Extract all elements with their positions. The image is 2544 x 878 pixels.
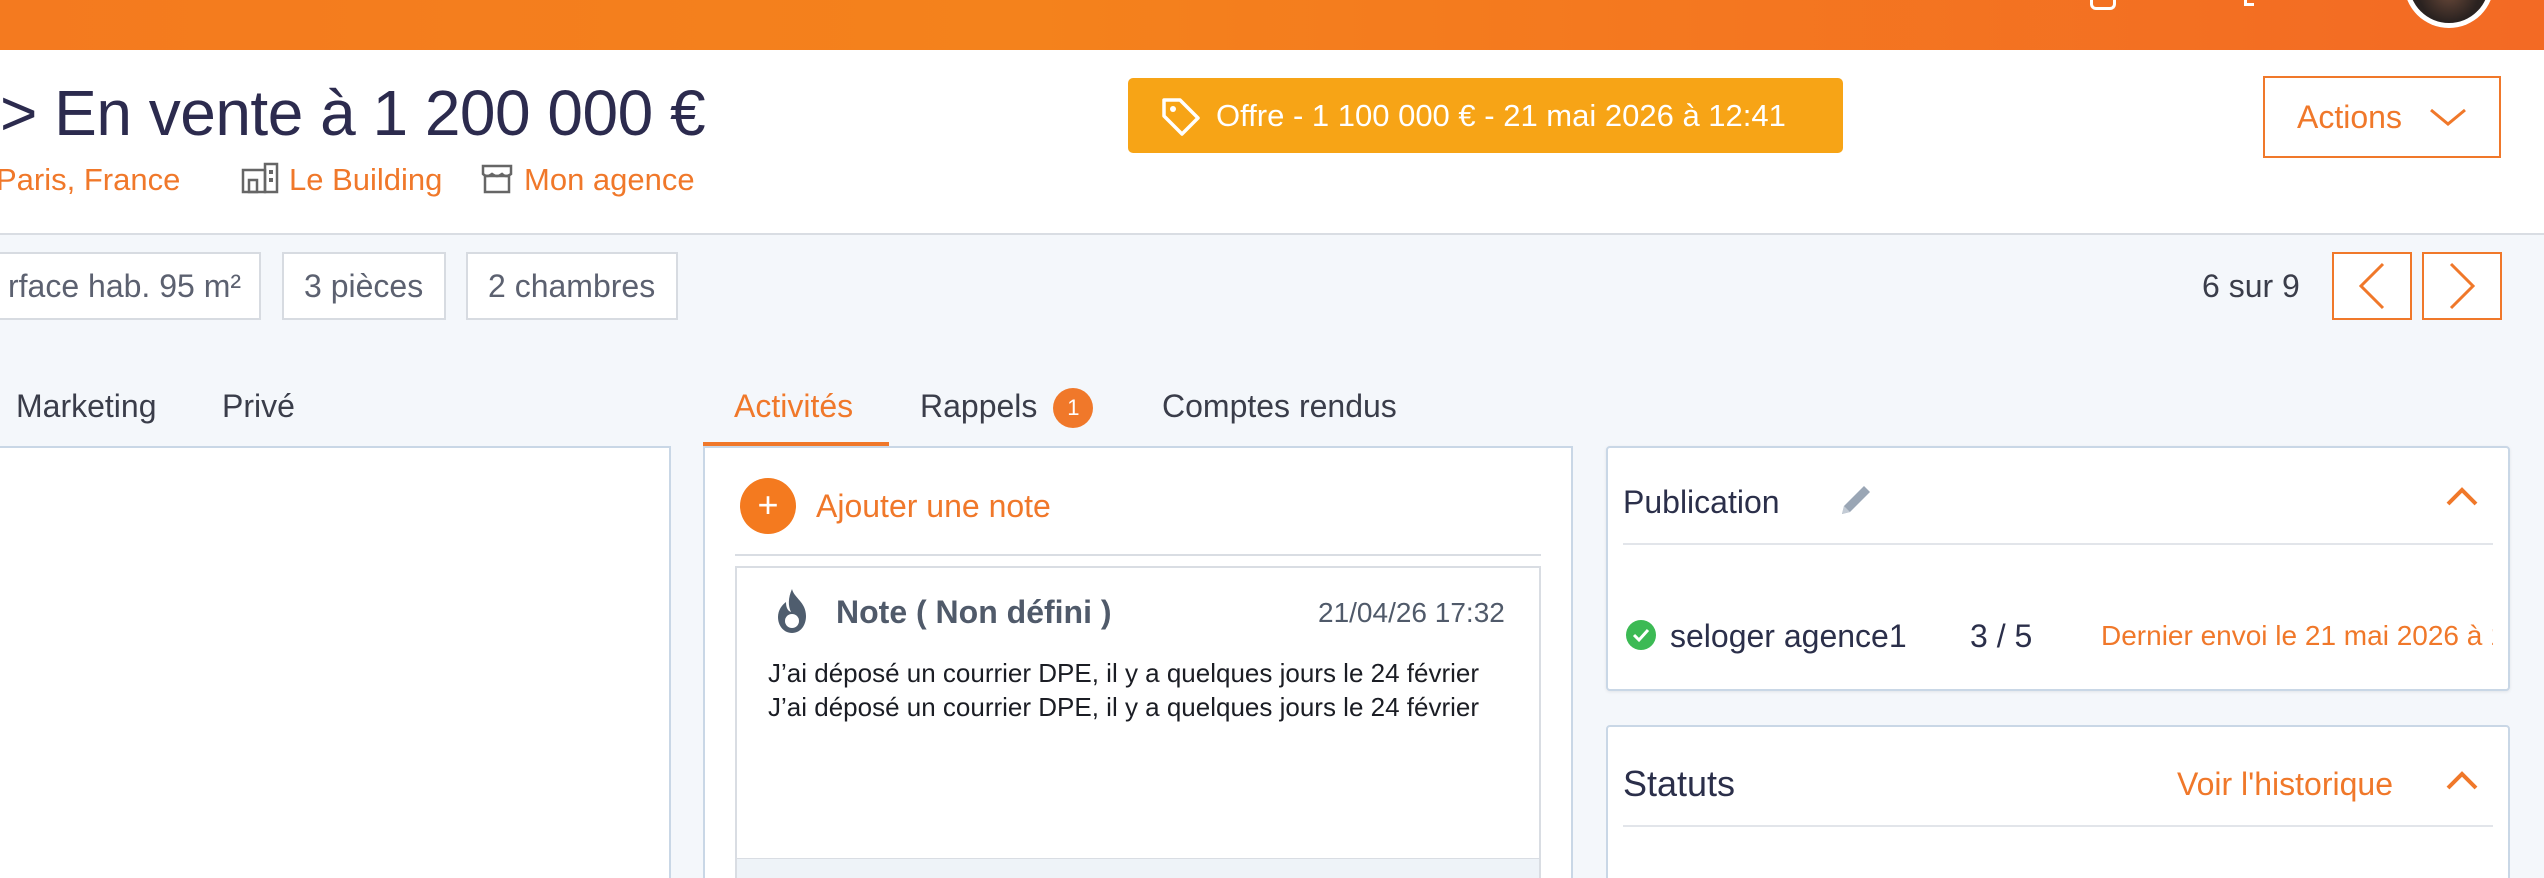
actions-dropdown-button[interactable]: Actions	[2263, 76, 2501, 158]
agency-link[interactable]: Mon agence	[480, 162, 695, 198]
chevron-down-icon	[2429, 108, 2466, 126]
location-label: Paris, France	[0, 162, 181, 197]
bedrooms-chip: 2 chambres	[466, 252, 678, 320]
offer-badge[interactable]: Offre - 1 100 000 € - 21 mai 2026 à 12:4…	[1128, 78, 1843, 153]
rappels-count-badge: 1	[1053, 388, 1094, 428]
tag-icon	[1162, 97, 1200, 136]
notification-icon[interactable]	[2090, 0, 2116, 10]
plus-icon: +	[740, 478, 796, 534]
chevron-right-icon	[2449, 262, 2476, 310]
page-title: > En vente à 1 200 000 €	[0, 77, 706, 149]
publication-last-send: Dernier envoi le 21 mai 2026 à 1	[2101, 620, 2493, 651]
agency-label: Mon agence	[524, 162, 695, 197]
collapse-publication-icon[interactable]	[2444, 484, 2480, 515]
flame-icon	[770, 586, 814, 641]
history-link[interactable]: Voir l'historique	[2177, 766, 2393, 803]
next-button[interactable]	[2422, 252, 2502, 320]
previous-button[interactable]	[2332, 252, 2412, 320]
tab-rappels-label: Rappels	[920, 388, 1038, 424]
tab-prive[interactable]: Privé	[222, 388, 295, 425]
user-avatar[interactable]	[2404, 0, 2494, 28]
note-date: 21/04/26 17:32	[1318, 597, 1505, 628]
add-note-label: Ajouter une note	[816, 487, 1051, 524]
divider	[1623, 825, 2493, 827]
publication-portal: seloger agence1	[1670, 618, 1907, 654]
left-content-panel	[0, 446, 671, 878]
collapse-statuts-icon[interactable]	[2444, 768, 2480, 799]
actions-label: Actions	[2297, 98, 2402, 135]
statuts-title: Statuts	[1623, 763, 1736, 804]
divider	[735, 554, 1541, 556]
note-body: J’ai déposé un courrier DPE, il y a quel…	[768, 658, 1480, 722]
tab-rappels[interactable]: Rappels 1	[920, 388, 1094, 428]
note-title: Note ( Non défini )	[836, 594, 1112, 630]
publication-title: Publication	[1623, 484, 1780, 520]
surface-chip: rface hab. 95 m²	[0, 252, 261, 320]
store-icon	[481, 164, 513, 194]
chevron-left-icon	[2358, 262, 2385, 310]
top-bar	[0, 0, 2544, 50]
divider	[1623, 543, 2493, 545]
rooms-chip: 3 pièces	[282, 252, 446, 320]
tab-activites[interactable]: Activités	[734, 388, 853, 425]
tab-comptes-rendus[interactable]: Comptes rendus	[1162, 388, 1397, 425]
phone-icon[interactable]	[2244, 0, 2254, 6]
add-note-button[interactable]: + Ajouter une note	[740, 478, 1051, 534]
publication-count: 3 / 5	[1970, 618, 2033, 654]
edit-pencil-icon[interactable]	[1834, 478, 1878, 527]
pager-label: 6 sur 9	[2202, 268, 2300, 304]
tab-marketing[interactable]: Marketing	[16, 388, 157, 425]
building-icon	[241, 162, 279, 194]
check-circle-icon	[1626, 620, 1656, 650]
location-link[interactable]: Paris, France	[0, 162, 180, 198]
offer-label: Offre - 1 100 000 € - 21 mai 2026 à 12:4…	[1216, 97, 1786, 133]
building-label: Le Building	[289, 162, 443, 197]
building-link[interactable]: Le Building	[241, 162, 442, 198]
note-card-footer	[737, 858, 1539, 878]
